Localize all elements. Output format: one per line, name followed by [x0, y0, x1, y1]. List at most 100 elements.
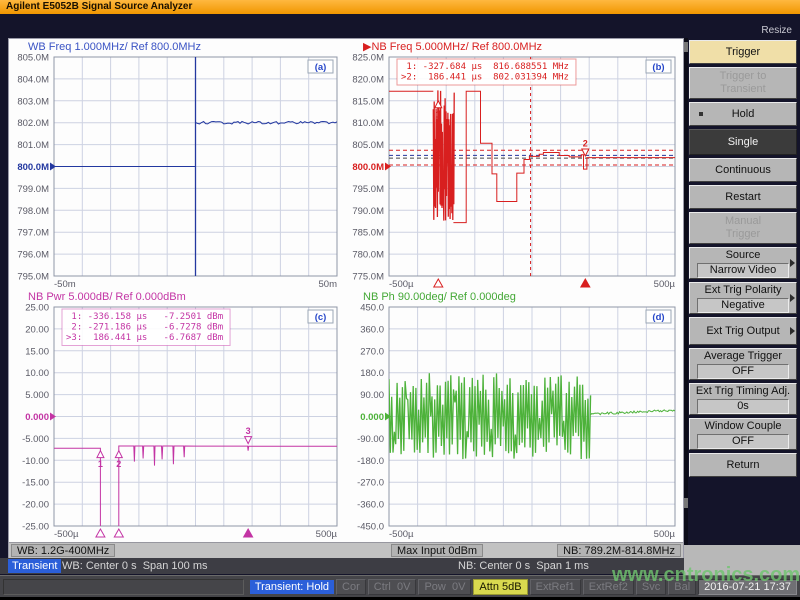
- svg-text:795.0M: 795.0M: [17, 272, 49, 283]
- svg-text:797.0M: 797.0M: [17, 228, 49, 239]
- svg-text:-90.00: -90.00: [357, 434, 384, 445]
- sidebar-button-ext-trig-polarity[interactable]: Ext Trig PolarityNegative: [689, 282, 797, 314]
- status-segment-ctrl-0v: Ctrl 0V: [368, 579, 417, 595]
- svg-text:-270.0: -270.0: [357, 478, 384, 489]
- svg-text:1: -327.684 µs 816.688551 MHz: 1: -327.684 µs 816.688551 MHz: [401, 62, 569, 72]
- softkey-label: Continuous: [715, 164, 771, 177]
- svg-text:775.0M: 775.0M: [352, 272, 384, 283]
- svg-text:2: -271.186 µs -6.7278 dBm: 2: -271.186 µs -6.7278 dBm: [66, 323, 223, 333]
- wb-span-label: WB: Center 0 s Span 100 ms: [62, 559, 208, 573]
- svg-text:805.0M: 805.0M: [17, 54, 49, 64]
- svg-text:1: 1: [436, 109, 441, 119]
- plot-wb-freq[interactable]: 805.0M804.0M803.0M802.0M801.0M800.0M799.…: [10, 54, 344, 291]
- softkey-label: Trigger to: [720, 70, 767, 83]
- status-segment-pow-0v: Pow 0V: [418, 579, 471, 595]
- svg-text:802.0M: 802.0M: [17, 118, 49, 129]
- sidebar-button-average-trigger[interactable]: Average TriggerOFF: [689, 348, 797, 380]
- softkey-label: Ext Trig Timing Adj.: [696, 385, 790, 398]
- status-segment-svc: Svc: [636, 579, 666, 595]
- nb-range-label: NB: 789.2M-814.8MHz: [557, 544, 681, 557]
- softkey-label: Ext Trig Output: [706, 325, 779, 338]
- plot-nb-pwr[interactable]: 25.0020.0015.0010.005.0000.000-5.000-10.…: [10, 304, 344, 541]
- svg-text:360.0: 360.0: [360, 324, 384, 335]
- status-segment-extref1: ExtRef1: [530, 579, 581, 595]
- trace-title-nb-freq: ▶NB Freq 5.000MHz/ Ref 800.0MHz: [345, 41, 682, 54]
- sidebar-button-window-couple[interactable]: Window CoupleOFF: [689, 418, 797, 450]
- svg-text:800.0M: 800.0M: [352, 162, 384, 173]
- svg-text:5.000: 5.000: [25, 390, 49, 401]
- svg-text:799.0M: 799.0M: [17, 184, 49, 195]
- status-bar: Transient: HoldCorCtrl 0VPow 0VAttn 5dBE…: [0, 575, 800, 597]
- svg-text:(b): (b): [652, 62, 664, 73]
- wb-range-label: WB: 1.2G-400MHz: [11, 544, 115, 557]
- nb-span-label: NB: Center 0 s Span 1 ms: [458, 559, 589, 573]
- softkey-label: Ext Trig Polarity: [704, 284, 781, 297]
- svg-text:0.000: 0.000: [360, 412, 384, 423]
- window-title-bar: Agilent E5052B Signal Source Analyzer: [0, 0, 800, 14]
- quadrant-c: NB Pwr 5.000dB/ Ref 0.000dBm 25.0020.001…: [10, 291, 344, 541]
- sidebar-button-manual-trigger: ManualTrigger: [689, 212, 797, 244]
- softkey-label: Single: [728, 136, 759, 149]
- sidebar-button-ext-trig-output[interactable]: Ext Trig Output: [689, 317, 797, 345]
- svg-text:(a): (a): [315, 62, 327, 73]
- svg-text:-500µ: -500µ: [389, 529, 414, 540]
- svg-text:500µ: 500µ: [316, 529, 338, 540]
- submenu-arrow-icon: [790, 259, 795, 267]
- radio-dot-icon: [699, 112, 703, 116]
- svg-text:810.0M: 810.0M: [352, 118, 384, 129]
- svg-text:500µ: 500µ: [654, 279, 676, 290]
- plot-panel: WB Freq 1.000MHz/ Ref 800.0MHz 805.0M804…: [8, 38, 684, 558]
- status-segment-attn-5db: Attn 5dB: [473, 579, 527, 595]
- svg-text:180.0: 180.0: [360, 368, 384, 379]
- sidebar-button-restart[interactable]: Restart: [689, 185, 797, 209]
- status-segment-transient-hold: Transient: Hold: [250, 580, 334, 594]
- range-bar: WB: 1.2G-400MHz Max Input 0dBm NB: 789.2…: [9, 542, 683, 558]
- sidebar-button-return[interactable]: Return: [689, 453, 797, 477]
- window-title: Agilent E5052B Signal Source Analyzer: [6, 1, 192, 12]
- trace-title-nb-ph: NB Ph 90.00deg/ Ref 0.000deg: [345, 291, 682, 304]
- svg-text:-50m: -50m: [54, 279, 76, 290]
- svg-text:-450.0: -450.0: [357, 522, 384, 533]
- sidebar-button-continuous[interactable]: Continuous: [689, 158, 797, 182]
- svg-text:803.0M: 803.0M: [17, 96, 49, 107]
- svg-text:(c): (c): [315, 312, 327, 323]
- status-segment-extref2: ExtRef2: [583, 579, 634, 595]
- svg-text:2: 2: [116, 459, 121, 469]
- max-input-label: Max Input 0dBm: [391, 544, 483, 557]
- plot-nb-freq[interactable]: 825.0M820.0M815.0M810.0M805.0M800.0M795.…: [345, 54, 682, 291]
- svg-text:785.0M: 785.0M: [352, 228, 384, 239]
- svg-text:1: -336.158 µs -7.2501 dBm: 1: -336.158 µs -7.2501 dBm: [66, 312, 223, 322]
- span-bar: Transient WB: Center 0 s Span 100 ms NB:…: [0, 558, 684, 574]
- app-window: Agilent E5052B Signal Source Analyzer Re…: [0, 0, 800, 600]
- softkey-label: Source: [726, 249, 761, 262]
- resize-button[interactable]: Resize: [761, 25, 792, 36]
- plot-nb-ph[interactable]: 450.0360.0270.0180.090.000.000-90.00-180…: [345, 304, 682, 541]
- sidebar-button-source[interactable]: SourceNarrow Video: [689, 247, 797, 279]
- status-segment-2016-07-21-17-37: 2016-07-21 17:37: [698, 579, 797, 595]
- svg-text:801.0M: 801.0M: [17, 140, 49, 151]
- svg-text:25.00: 25.00: [25, 304, 49, 314]
- svg-text:804.0M: 804.0M: [17, 74, 49, 85]
- svg-text:-180.0: -180.0: [357, 456, 384, 467]
- sidebar-button-single[interactable]: Single: [689, 129, 797, 155]
- svg-text:10.00: 10.00: [25, 368, 49, 379]
- softkey-label: Trigger: [726, 46, 760, 59]
- sidebar-button-trigger[interactable]: Trigger: [689, 40, 797, 64]
- svg-text:-25.00: -25.00: [22, 522, 49, 533]
- softkey-label: Window Couple: [704, 420, 781, 433]
- svg-text:805.0M: 805.0M: [352, 140, 384, 151]
- softkey-label: Restart: [725, 191, 760, 204]
- quadrant-a: WB Freq 1.000MHz/ Ref 800.0MHz 805.0M804…: [10, 41, 344, 291]
- status-segment-bal: Bal: [668, 579, 696, 595]
- status-spacer: [3, 579, 244, 595]
- svg-text:2: 2: [583, 138, 588, 148]
- svg-text:-360.0: -360.0: [357, 500, 384, 511]
- sidebar-button-ext-trig-timing-adj-[interactable]: Ext Trig Timing Adj.0s: [689, 383, 797, 415]
- sidebar-button-hold[interactable]: Hold: [689, 102, 797, 126]
- svg-text:-500µ: -500µ: [54, 529, 79, 540]
- bottom-right-filler: [684, 545, 800, 575]
- svg-text:0.000: 0.000: [25, 412, 49, 423]
- softkey-label: Hold: [732, 108, 755, 121]
- status-segment-cor: Cor: [336, 579, 366, 595]
- transient-chip: Transient: [8, 559, 61, 573]
